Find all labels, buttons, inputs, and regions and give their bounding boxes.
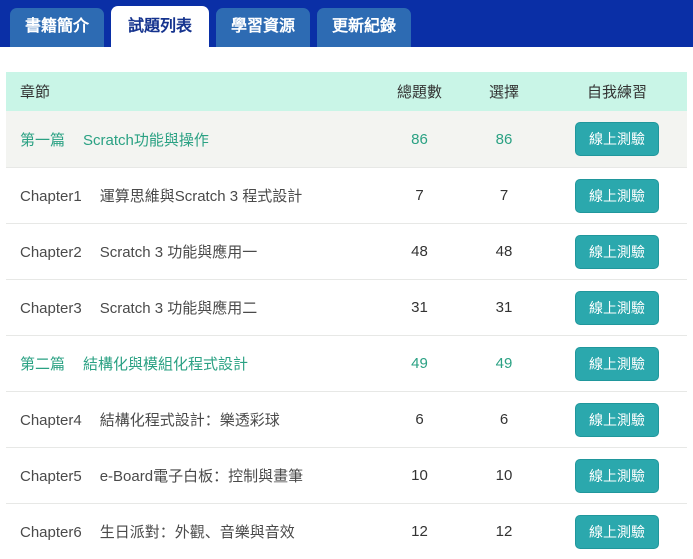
chapter-label: Chapter2 <box>20 244 82 261</box>
practice-cell: 線上測驗 <box>547 178 687 213</box>
header-choice: 選擇 <box>488 84 519 101</box>
practice-cell: 線上測驗 <box>547 458 687 493</box>
choice-count: 49 <box>495 355 513 372</box>
practice-cell: 線上測驗 <box>547 234 687 269</box>
tab-question-list[interactable]: 試題列表 <box>111 6 210 47</box>
chapter-title: 生日派對：外觀、音樂與音效 <box>99 524 295 541</box>
chapter-name-cell: Chapter3 Scratch 3 功能與應用二 <box>6 297 378 318</box>
table-header-row: 章節 總題數 選擇 自我練習 <box>6 72 687 111</box>
total-questions: 49 <box>411 355 428 372</box>
chapter-name-cell: Chapter1 運算思維與Scratch 3 程式設計 <box>6 185 378 206</box>
chapter-title: Scratch 3 功能與應用二 <box>99 300 258 317</box>
total-questions: 48 <box>411 243 428 260</box>
online-quiz-button[interactable]: 線上測驗 <box>575 122 659 156</box>
header-total: 總題數 <box>396 84 442 101</box>
chapter-name-cell: Chapter5 e-Board電子白板：控制與畫筆 <box>6 465 378 486</box>
choice-count: 10 <box>495 467 513 484</box>
total-questions: 12 <box>411 523 428 540</box>
chapter-label: 第一篇 <box>20 131 66 149</box>
practice-cell: 線上測驗 <box>547 290 687 325</box>
choice-count: 48 <box>495 243 513 260</box>
tab-book-intro[interactable]: 書籍簡介 <box>10 8 105 47</box>
tab-bar: 書籍簡介 試題列表 學習資源 更新紀錄 <box>0 0 693 47</box>
online-quiz-button[interactable]: 線上測驗 <box>575 290 659 325</box>
choice-count: 6 <box>499 411 509 428</box>
chapter-title: e-Board電子白板：控制與畫筆 <box>99 468 304 485</box>
chapter-label: Chapter1 <box>20 188 82 205</box>
tab-update-log[interactable]: 更新紀錄 <box>317 8 412 47</box>
table-row: Chapter5 e-Board電子白板：控制與畫筆 10 10 線上測驗 <box>6 447 687 503</box>
table-row: Chapter3 Scratch 3 功能與應用二 31 31 線上測驗 <box>6 279 687 335</box>
chapter-title: Scratch 3 功能與應用一 <box>99 244 258 261</box>
chapter-name-cell: 第二篇 結構化與模組化程式設計 <box>6 353 378 374</box>
chapter-name-cell: Chapter6 生日派對：外觀、音樂與音效 <box>6 521 378 542</box>
table-row: Chapter2 Scratch 3 功能與應用一 48 48 線上測驗 <box>6 223 687 279</box>
online-quiz-button[interactable]: 線上測驗 <box>575 234 659 269</box>
tab-learning-resources[interactable]: 學習資源 <box>216 8 311 47</box>
online-quiz-button[interactable]: 線上測驗 <box>575 514 659 549</box>
practice-cell: 線上測驗 <box>547 514 687 549</box>
choice-count: 86 <box>495 130 513 148</box>
total-questions: 10 <box>411 467 428 484</box>
table-row: 第二篇 結構化與模組化程式設計 49 49 線上測驗 <box>6 335 687 391</box>
total-questions: 6 <box>415 411 424 428</box>
header-chapter: 章節 <box>20 84 51 101</box>
chapter-label: 第二篇 <box>20 356 66 373</box>
practice-cell: 線上測驗 <box>547 346 687 381</box>
total-questions: 7 <box>415 187 424 204</box>
choice-count: 12 <box>495 523 513 540</box>
chapter-label: Chapter4 <box>20 412 82 429</box>
table-row: 第一篇 Scratch功能與操作 86 86 線上測驗 <box>6 111 687 167</box>
table-row: Chapter6 生日派對：外觀、音樂與音效 12 12 線上測驗 <box>6 503 687 559</box>
online-quiz-button[interactable]: 線上測驗 <box>575 346 659 381</box>
total-questions: 31 <box>411 299 428 316</box>
chapter-label: Chapter5 <box>20 468 82 485</box>
chapter-name-cell: Chapter2 Scratch 3 功能與應用一 <box>6 241 378 262</box>
chapter-title: Scratch功能與操作 <box>83 131 209 149</box>
total-questions: 86 <box>411 130 428 148</box>
table-row: Chapter1 運算思維與Scratch 3 程式設計 7 7 線上測驗 <box>6 167 687 223</box>
choice-count: 7 <box>499 187 509 204</box>
practice-cell: 線上測驗 <box>547 122 687 156</box>
chapter-name-cell: 第一篇 Scratch功能與操作 <box>6 129 378 150</box>
chapter-title: 結構化程式設計：樂透彩球 <box>99 412 280 429</box>
chapter-title: 結構化與模組化程式設計 <box>83 356 249 373</box>
header-practice: 自我練習 <box>586 84 647 101</box>
online-quiz-button[interactable]: 線上測驗 <box>575 458 659 493</box>
chapter-title: 運算思維與Scratch 3 程式設計 <box>99 188 303 205</box>
chapter-table: 章節 總題數 選擇 自我練習 第一篇 Scratch功能與操作 86 86 線上測… <box>6 72 687 559</box>
practice-cell: 線上測驗 <box>547 402 687 437</box>
online-quiz-button[interactable]: 線上測驗 <box>575 178 659 213</box>
chapter-label: Chapter3 <box>20 300 82 317</box>
table-body: 第一篇 Scratch功能與操作 86 86 線上測驗 Chapter1 運算思維與… <box>6 111 687 559</box>
choice-count: 31 <box>495 299 513 316</box>
chapter-name-cell: Chapter4 結構化程式設計：樂透彩球 <box>6 409 378 430</box>
table-row: Chapter4 結構化程式設計：樂透彩球 6 6 線上測驗 <box>6 391 687 447</box>
chapter-label: Chapter6 <box>20 524 82 541</box>
online-quiz-button[interactable]: 線上測驗 <box>575 402 659 437</box>
